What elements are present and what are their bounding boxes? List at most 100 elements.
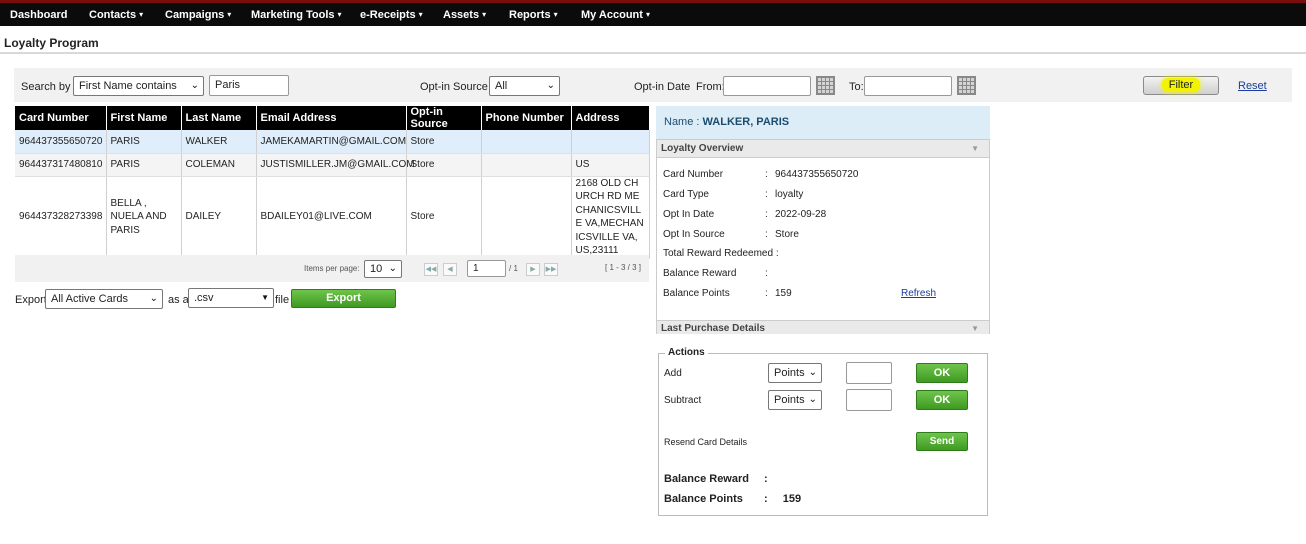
chevron-down-icon: ▾ <box>139 10 144 19</box>
nav-assets[interactable]: Assets ▾ <box>443 3 486 26</box>
colon: : <box>765 169 768 180</box>
optin-date-label: Opt-in Date <box>634 81 691 93</box>
nav-my-account[interactable]: My Account ▾ <box>581 3 650 26</box>
table-cell <box>481 176 572 259</box>
overview-row: Opt In Source: Store <box>663 229 799 240</box>
colon: : <box>765 209 768 220</box>
table-cell: US <box>571 153 650 177</box>
overview-value: 2022-09-28 <box>775 209 827 220</box>
expand-icon[interactable]: ▼ <box>971 321 979 337</box>
title-divider <box>0 52 1306 54</box>
chevron-down-icon: ▾ <box>645 10 650 19</box>
column-header[interactable]: Last Name <box>181 106 257 130</box>
table-cell: Store <box>406 130 482 154</box>
nav-reports[interactable]: Reports ▾ <box>509 3 558 26</box>
prev-page-icon[interactable]: ◀ <box>443 263 457 276</box>
balance-points-row: Balance Points: 159 <box>664 493 801 505</box>
chevron-down-icon: ⌄ <box>149 293 158 304</box>
nav-marketing-tools[interactable]: Marketing Tools ▾ <box>251 3 342 26</box>
search-by-select[interactable]: First Name contains ⌄ <box>73 76 204 96</box>
table-row[interactable]: 964437328273398 BELLA , NUELA AND PARIS … <box>15 176 650 259</box>
column-header[interactable]: Address <box>571 106 650 130</box>
subtract-unit-select[interactable]: Points ⌄ <box>768 390 822 410</box>
page-number-input[interactable]: 1 <box>467 260 506 277</box>
export-label: Export <box>15 294 47 306</box>
customer-name-bar: Name : WALKER, PARIS <box>656 106 990 139</box>
column-header[interactable]: Card Number <box>15 106 107 130</box>
table-cell: 964437328273398 <box>15 176 107 259</box>
nav-marketing-tools-label: Marketing Tools <box>251 9 335 21</box>
export-format-select[interactable]: .csv ▼ <box>188 288 274 308</box>
search-input[interactable]: Paris <box>209 75 289 96</box>
first-page-icon[interactable]: ◀◀ <box>424 263 438 276</box>
nav-campaigns[interactable]: Campaigns ▾ <box>165 3 231 26</box>
items-per-page-value: 10 <box>370 263 383 275</box>
top-nav-bar: Dashboard Contacts ▾ Campaigns ▾ Marketing… <box>0 0 1306 26</box>
filter-button[interactable]: Filter <box>1143 76 1219 95</box>
send-button[interactable]: Send <box>916 432 968 451</box>
items-per-page-label: Items per page: <box>304 264 360 273</box>
nav-my-account-label: My Account <box>581 9 643 21</box>
nav-e-receipts-label: e-Receipts <box>360 9 416 21</box>
nav-contacts-label: Contacts <box>89 9 137 21</box>
export-button[interactable]: Export <box>291 289 396 308</box>
next-page-icon[interactable]: ▶ <box>526 263 540 276</box>
resend-card-details-label: Resend Card Details <box>664 437 748 447</box>
nav-dashboard[interactable]: Dashboard <box>10 3 67 26</box>
export-cards-select[interactable]: All Active Cards ⌄ <box>45 289 163 309</box>
refresh-link[interactable]: Refresh <box>901 288 936 299</box>
from-date-input[interactable] <box>723 76 811 96</box>
items-per-page-select[interactable]: 10 ⌄ <box>364 260 402 278</box>
subtract-ok-button[interactable]: OK <box>916 390 968 410</box>
table-header-row: Card Number First Name Last Name Email A… <box>15 106 650 130</box>
column-header[interactable]: Opt-in Source <box>406 106 482 130</box>
reset-link[interactable]: Reset <box>1238 80 1267 92</box>
table-row[interactable]: 964437355650720 PARIS WALKER JAMEKAMARTI… <box>15 130 650 154</box>
subtract-points-input[interactable] <box>846 389 892 411</box>
table-cell: JAMEKAMARTIN@GMAIL.COM <box>256 130 407 154</box>
file-label: file <box>275 294 290 306</box>
export-cards-value: All Active Cards <box>51 293 129 305</box>
overview-key: Card Number <box>663 169 724 180</box>
table-cell <box>481 130 572 154</box>
to-date-input[interactable] <box>864 76 952 96</box>
collapse-icon[interactable]: ▼ <box>971 140 979 158</box>
add-unit-select[interactable]: Points ⌄ <box>768 363 822 383</box>
calendar-icon[interactable] <box>957 76 976 95</box>
export-format-value: .csv <box>194 292 214 304</box>
table-cell: BELLA , NUELA AND PARIS <box>106 176 182 259</box>
column-header[interactable]: Phone Number <box>481 106 572 130</box>
column-header[interactable]: Email Address <box>256 106 407 130</box>
subtract-label: Subtract <box>664 395 702 406</box>
column-header[interactable]: First Name <box>106 106 182 130</box>
overview-value: loyalty <box>775 189 804 200</box>
add-ok-button[interactable]: OK <box>916 363 968 383</box>
loyalty-overview-header[interactable]: Loyalty Overview ▼ <box>657 140 989 158</box>
chevron-down-icon: ⌄ <box>808 367 817 378</box>
overview-key: Total Reward Redeemed : <box>663 248 779 259</box>
nav-e-receipts[interactable]: e-Receipts ▾ <box>360 3 423 26</box>
optin-source-select[interactable]: All ⌄ <box>489 76 560 96</box>
calendar-icon[interactable] <box>816 76 835 95</box>
table-cell: BDAILEY01@LIVE.COM <box>256 176 407 259</box>
actions-legend: Actions <box>665 347 708 358</box>
table-cell: PARIS <box>106 130 182 154</box>
page-range: [ 1 - 3 / 3 ] <box>605 263 642 272</box>
to-label: To: <box>849 81 864 93</box>
last-page-icon[interactable]: ▶▶ <box>544 263 558 276</box>
search-input-value: Paris <box>215 79 241 91</box>
last-purchase-header[interactable]: Last Purchase Details ▼ <box>657 320 989 334</box>
chevron-down-icon: ⌄ <box>190 80 199 91</box>
table-row[interactable]: 964437317480810 PARIS COLEMAN JUSTISMILL… <box>15 153 650 177</box>
overview-value: 964437355650720 <box>775 169 859 180</box>
table-cell: JUSTISMILLER.JM@GMAIL.COM <box>256 153 415 177</box>
page-total: / 1 <box>509 264 518 273</box>
table-cell <box>481 153 572 177</box>
add-points-input[interactable] <box>846 362 892 384</box>
overview-key: Card Type <box>663 189 709 200</box>
loyalty-overview-title: Loyalty Overview <box>661 143 744 154</box>
nav-contacts[interactable]: Contacts ▾ <box>89 3 143 26</box>
table-cell: 964437317480810 <box>15 153 107 177</box>
results-table: Card Number First Name Last Name Email A… <box>15 106 650 259</box>
table-cell: COLEMAN <box>181 153 257 177</box>
